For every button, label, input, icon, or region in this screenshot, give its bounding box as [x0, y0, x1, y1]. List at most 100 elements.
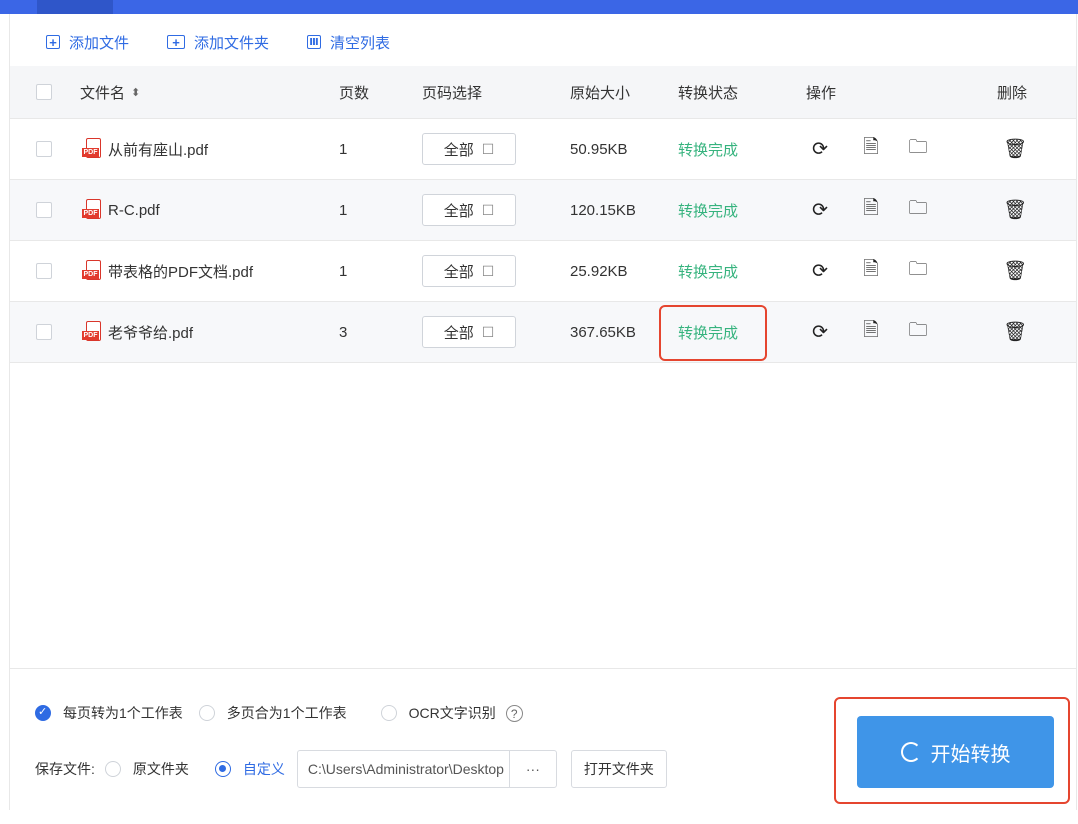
edit-icon: ☐	[481, 201, 495, 218]
save-path-value: C:\Users\Administrator\Desktop	[307, 761, 504, 777]
start-convert-label: 开始转换	[930, 743, 1011, 766]
custom-folder-radio[interactable]	[214, 761, 231, 777]
file-size: 25.92KB	[570, 262, 628, 280]
open-folder-button[interactable]: 打开文件夹	[570, 750, 667, 788]
help-icon[interactable]: ?	[505, 704, 523, 722]
page-select-label: 全部	[443, 141, 474, 159]
open-folder-icon[interactable]: 🗀	[906, 255, 930, 287]
original-folder-label: 原文件夹	[132, 761, 189, 777]
file-size: 120.15KB	[570, 201, 636, 219]
table-row: PDF R-C.pdf 1 全部 ☐ 120.15KB 转换完成 ⟳ 🗎 🗀 🗑	[10, 180, 1076, 241]
page-select-button[interactable]: 全部 ☐	[422, 316, 516, 348]
ocr-label: OCR文字识别	[408, 705, 496, 721]
file-name: R-C.pdf	[108, 201, 160, 219]
header-delete: 删除	[997, 84, 1028, 102]
file-size: 50.95KB	[570, 140, 628, 158]
row-checkbox[interactable]	[36, 141, 52, 157]
header-filename[interactable]: 文件名 ⬍	[80, 66, 140, 118]
add-file-icon: +	[46, 35, 60, 49]
header-actions: 操作	[806, 84, 837, 102]
original-folder-radio[interactable]	[104, 761, 121, 777]
status-highlight-box	[659, 305, 767, 361]
reconvert-icon[interactable]: ⟳	[808, 260, 832, 283]
pdf-file-icon: PDF	[82, 138, 102, 160]
file-size: 367.65KB	[570, 323, 636, 341]
table-row: PDF 老爷爷给.pdf 3 全部 ☐ 367.65KB 转换完成 ⟳ 🗎 🗀 🗑	[10, 302, 1076, 363]
add-file-label: 添加文件	[69, 34, 130, 52]
pdf-file-icon: PDF	[82, 321, 102, 343]
sort-icon[interactable]: ⬍	[131, 86, 140, 99]
save-label: 保存文件:	[35, 761, 95, 777]
add-folder-button[interactable]: + 添加文件夹	[167, 32, 269, 53]
header-status: 转换状态	[678, 84, 739, 102]
reconvert-icon[interactable]: ⟳	[808, 138, 832, 161]
ocr-radio[interactable]	[380, 705, 397, 721]
row-checkbox[interactable]	[36, 202, 52, 218]
pdf-file-icon: PDF	[82, 260, 102, 282]
open-folder-icon[interactable]: 🗀	[906, 194, 930, 226]
edit-icon: ☐	[481, 140, 495, 157]
view-file-icon[interactable]: 🗎	[859, 255, 883, 287]
top-bar	[0, 0, 1078, 14]
reconvert-icon[interactable]: ⟳	[808, 199, 832, 222]
page-select-button[interactable]: 全部 ☐	[422, 255, 516, 287]
delete-icon[interactable]: 🗑	[1003, 259, 1027, 283]
refresh-icon	[900, 742, 921, 762]
add-folder-label: 添加文件夹	[194, 34, 270, 52]
clear-list-button[interactable]: Ⅲ 清空列表	[307, 32, 390, 53]
per-page-label: 每页转为1个工作表	[63, 705, 183, 721]
page-count: 1	[339, 201, 348, 219]
add-file-button[interactable]: + 添加文件	[46, 32, 129, 53]
open-folder-icon[interactable]: 🗀	[906, 316, 930, 348]
page-select-label: 全部	[443, 324, 474, 342]
page-count: 1	[339, 140, 348, 158]
right-border	[1076, 14, 1077, 810]
save-options: 保存文件: 原文件夹 自定义 C:\Users\Administrator\De…	[35, 750, 667, 788]
table-row: PDF 带表格的PDF文档.pdf 1 全部 ☐ 25.92KB 转换完成 ⟳ 🗎…	[10, 241, 1076, 302]
edit-icon: ☐	[481, 262, 495, 279]
header-page-select: 页码选择	[422, 84, 483, 102]
page-select-button[interactable]: 全部 ☐	[422, 133, 516, 165]
toolbar: + 添加文件 + 添加文件夹 Ⅲ 清空列表	[46, 30, 428, 54]
page-select-button[interactable]: 全部 ☐	[422, 194, 516, 226]
add-folder-icon: +	[167, 35, 186, 49]
file-name: 老爷爷给.pdf	[108, 324, 194, 342]
merge-pages-label: 多页合为1个工作表	[226, 705, 347, 721]
select-all-checkbox[interactable]	[36, 84, 52, 100]
reconvert-icon[interactable]: ⟳	[808, 321, 832, 344]
header-original-size: 原始大小	[570, 84, 631, 102]
merge-pages-radio[interactable]	[198, 705, 215, 721]
status-text: 转换完成	[678, 141, 739, 159]
active-tab-marker	[37, 0, 113, 14]
clear-list-label: 清空列表	[330, 34, 391, 52]
view-file-icon[interactable]: 🗎	[859, 316, 883, 348]
page-select-label: 全部	[443, 263, 474, 281]
start-convert-button[interactable]: 开始转换	[857, 716, 1054, 788]
page-count: 1	[339, 262, 348, 280]
file-name: 从前有座山.pdf	[108, 141, 209, 159]
table-row: PDF 从前有座山.pdf 1 全部 ☐ 50.95KB 转换完成 ⟳ 🗎 🗀 🗑	[10, 119, 1076, 180]
delete-icon[interactable]: 🗑	[1003, 137, 1027, 161]
header-filename-label: 文件名	[80, 84, 126, 102]
bottom-divider	[10, 668, 1076, 669]
status-text: 转换完成	[678, 263, 739, 281]
file-name: 带表格的PDF文档.pdf	[108, 263, 254, 281]
view-file-icon[interactable]: 🗎	[859, 194, 883, 226]
per-page-radio[interactable]	[35, 705, 51, 721]
custom-folder-label: 自定义	[242, 761, 285, 777]
header-pages: 页数	[339, 84, 370, 102]
open-folder-icon[interactable]: 🗀	[906, 133, 930, 165]
pdf-file-icon: PDF	[82, 199, 102, 221]
edit-icon: ☐	[481, 323, 495, 340]
row-checkbox[interactable]	[36, 324, 52, 340]
view-file-icon[interactable]: 🗎	[859, 133, 883, 165]
delete-icon[interactable]: 🗑	[1003, 198, 1027, 222]
row-checkbox[interactable]	[36, 263, 52, 279]
status-text: 转换完成	[678, 202, 739, 220]
table-header: 文件名 ⬍ 页数 页码选择 原始大小 转换状态 操作 删除	[10, 66, 1076, 119]
conversion-options: 每页转为1个工作表 多页合为1个工作表 OCR文字识别 ?	[35, 703, 523, 723]
save-path-field[interactable]: C:\Users\Administrator\Desktop ···	[296, 750, 557, 788]
browse-button[interactable]: ···	[508, 751, 556, 787]
delete-icon[interactable]: 🗑	[1003, 320, 1027, 344]
page-select-label: 全部	[443, 202, 474, 220]
